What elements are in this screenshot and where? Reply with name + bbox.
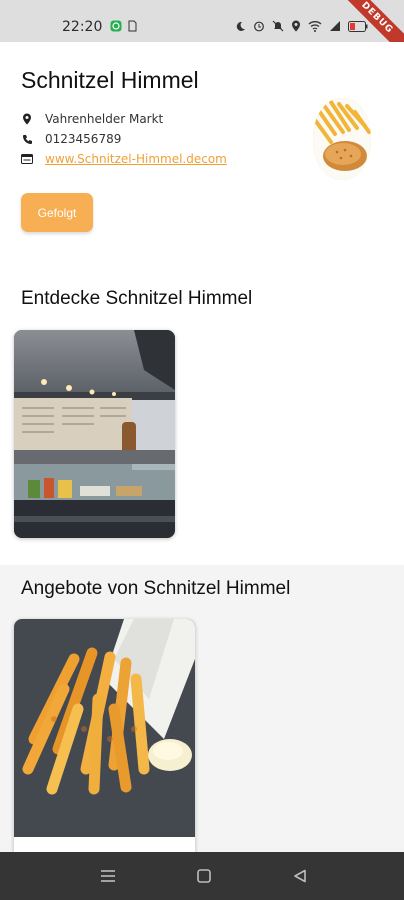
fries-image [14,619,195,837]
wifi-icon [308,20,322,32]
restaurant-interior-image [14,330,175,538]
back-icon[interactable] [290,866,310,886]
restaurant-logo [313,98,371,180]
status-time: 22:20 [62,19,103,35]
whatsapp-icon [110,20,122,32]
moon-icon [235,21,246,32]
web-icon [21,153,33,165]
offer-card[interactable] [14,619,195,859]
phone-row[interactable]: 0123456789 [21,132,121,146]
restaurant-name: Schnitzel Himmel [21,67,199,93]
phone-text: 0123456789 [45,132,122,146]
status-bar: 22:20 DEBUG [0,0,404,63]
restaurant-header: Schnitzel Himmel Vahrenhelder Markt 0123… [0,42,404,260]
discover-photo-card[interactable] [14,330,175,538]
address-text: Vahrenhelder Markt [45,112,164,126]
recent-apps-icon[interactable] [98,866,118,886]
address-row: Vahrenhelder Markt [21,112,163,126]
follow-button[interactable]: Gefolgt [21,193,93,232]
website-link[interactable]: www.Schnitzel-Himmel.decom [45,152,227,166]
home-icon[interactable] [194,866,214,886]
signal-icon [329,20,341,32]
phone-icon [21,133,33,145]
discover-section-title: Entdecke Schnitzel Himmel [21,288,253,309]
system-nav-bar [0,852,404,900]
website-row[interactable]: www.Schnitzel-Himmel.decom [21,152,227,166]
location-icon [291,20,301,32]
location-pin-icon [21,113,33,125]
mute-icon [272,20,284,32]
battery-icon [348,20,368,32]
offers-section-title: Angebote von Schnitzel Himmel [21,578,291,599]
alarm-icon [253,20,265,32]
sim-icon [128,20,137,32]
